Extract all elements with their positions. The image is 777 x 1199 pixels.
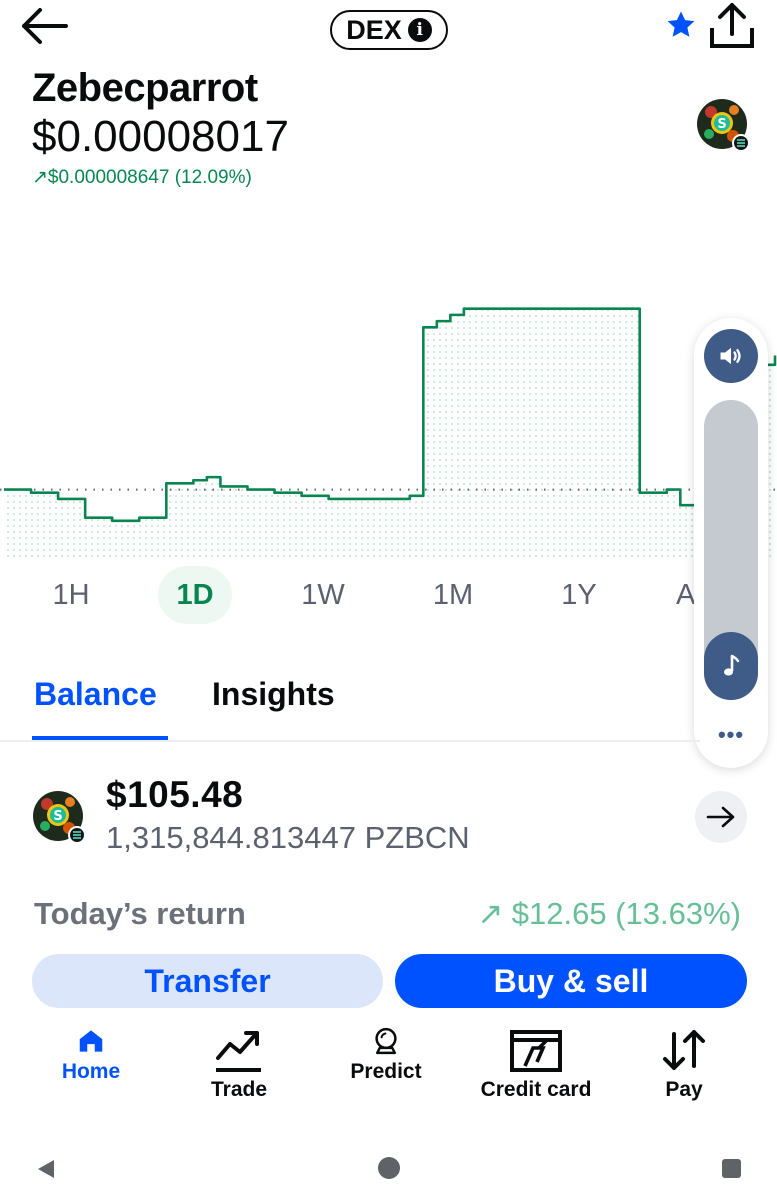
arrow-right-icon [706,806,735,828]
nav-trade[interactable]: Trade [194,1026,284,1122]
nav-home[interactable]: Home [46,1026,136,1122]
price-chart[interactable] [0,200,777,560]
token-logo-icon: S [33,791,86,844]
trend-chart-icon [216,1031,261,1072]
range-tab-1y[interactable]: 1Y [550,566,608,624]
share-button[interactable] [706,0,758,52]
system-recents-button[interactable] [722,1159,741,1178]
home-icon [79,1030,103,1052]
speaker-icon [720,347,741,365]
system-home-button[interactable] [378,1157,400,1179]
crystal-ball-icon [375,1027,397,1055]
range-tab-1h[interactable]: 1H [40,566,102,624]
triangle-back-icon [38,1160,54,1178]
nav-predict-label: Predict [350,1060,422,1083]
share-icon [710,3,754,48]
range-tab-1w[interactable]: 1W [290,566,356,624]
nav-credit-card-label: Credit card [480,1078,592,1101]
volume-mute-button[interactable] [704,329,758,383]
buy-sell-button[interactable]: Buy & sell [395,954,747,1008]
todays-return-value: ↗ $12.65 (13.63%) [477,896,741,931]
dex-label: DEX [346,14,402,45]
range-tab-label: 1D [176,578,214,611]
token-price: $0.00008017 [32,112,289,161]
nav-pay[interactable]: Pay [644,1026,724,1122]
balance-token-avatar: S [32,790,86,844]
price-change: ↗$0.000008647 (12.09%) [32,167,252,188]
tab-balance[interactable]: Balance [34,676,157,713]
nav-credit-card[interactable]: Credit card [470,1026,602,1122]
todays-return-label: Today’s return [34,896,246,931]
back-arrow-icon [22,8,68,44]
volume-slider-fill[interactable] [704,632,758,700]
balance-amount: 1,315,844.813447 PZBCN [106,820,470,855]
token-name: Zebecparrot [32,66,258,110]
range-tab-1m[interactable]: 1M [420,566,486,624]
range-tab-1d[interactable]: 1D [158,566,232,624]
nav-trade-label: Trade [210,1078,268,1101]
nav-predict[interactable]: Predict [336,1026,436,1122]
system-back-button[interactable] [36,1158,56,1185]
tab-insights[interactable]: Insights [212,676,335,713]
volume-more-button[interactable]: ••• [712,722,750,750]
range-tab-label: 1Y [561,578,597,611]
balance-value: $105.48 [106,774,244,815]
balance-details-button[interactable] [695,791,747,843]
transfer-button[interactable]: Transfer [32,954,383,1008]
nav-home-label: Home [61,1060,121,1083]
dex-badge[interactable]: DEX i [330,10,448,50]
music-note-icon [724,654,740,676]
star-icon [667,11,695,37]
token-logo-icon: S [697,99,750,152]
range-tab-label: 1H [52,578,90,611]
range-tab-label: 1M [432,578,474,611]
nav-pay-label: Pay [665,1078,703,1101]
back-button[interactable] [18,6,74,46]
tabs-divider [0,740,700,742]
svg-text:S: S [717,117,726,132]
info-icon: i [407,18,432,42]
token-avatar[interactable]: S [696,98,750,152]
range-tab-label: 1W [301,578,345,611]
svg-text:S: S [53,809,62,824]
favorite-button[interactable] [664,8,698,42]
swap-arrows-icon [663,1030,705,1070]
chart-area-fill [4,308,775,560]
credit-card-icon [510,1030,562,1072]
